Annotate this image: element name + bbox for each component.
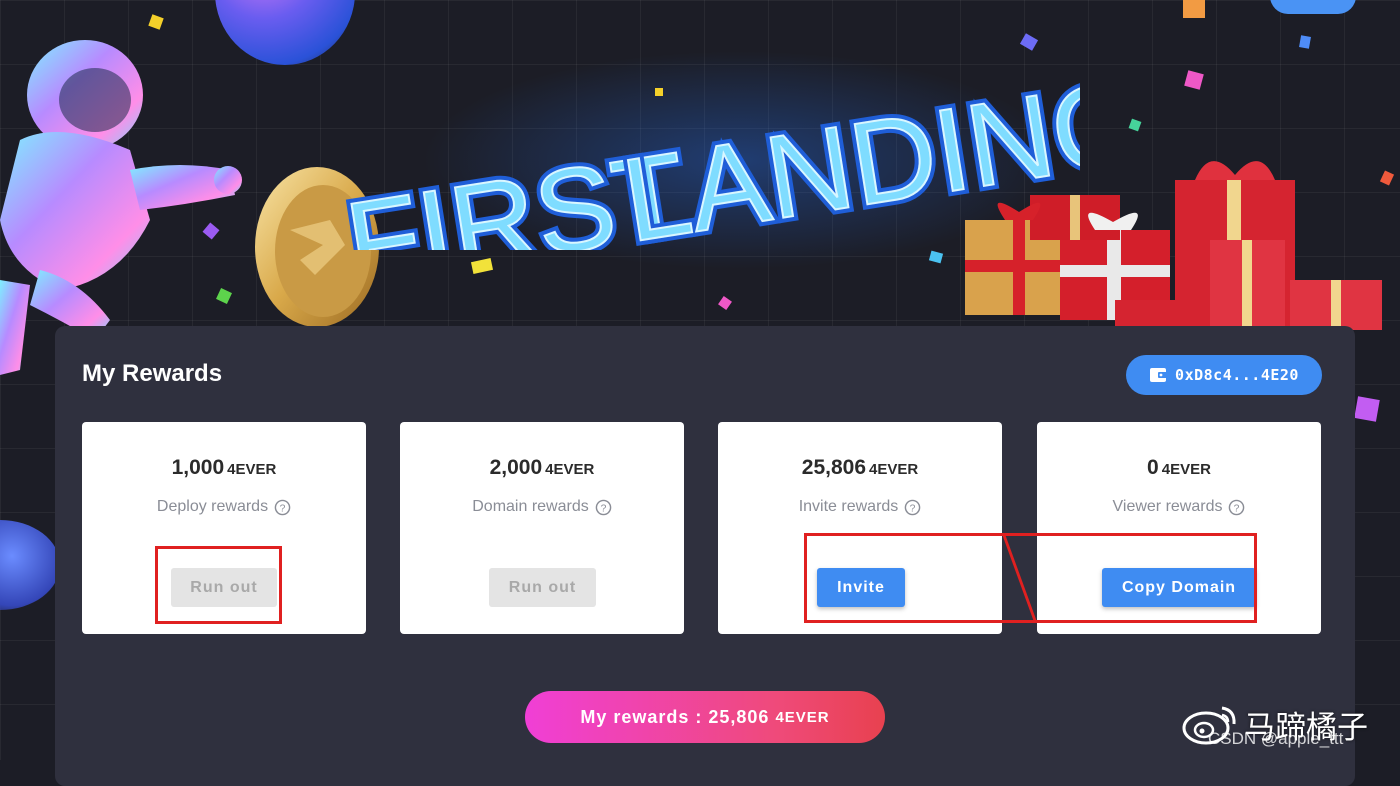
total-label: My rewards : — [580, 706, 703, 727]
reward-amount-unit: 4EVER — [869, 461, 919, 478]
help-circle-icon[interactable]: ? — [595, 499, 612, 516]
gift-boxes-illustration — [965, 161, 1382, 338]
my-rewards-total-button[interactable]: My rewards : 25,806 4EVER — [525, 691, 885, 743]
reward-amount-value: 1,000 — [171, 456, 225, 479]
reward-label: Deploy rewards ? — [82, 498, 366, 516]
domain-run-out-button[interactable]: Run out — [489, 568, 596, 607]
svg-text:?: ? — [600, 503, 606, 514]
reward-amount: 1,000 4EVER — [82, 456, 366, 480]
highlight-box-run-out — [155, 546, 282, 624]
svg-text:?: ? — [280, 503, 286, 514]
reward-label-text: Invite rewards — [798, 498, 899, 515]
confetti — [1354, 396, 1380, 422]
svg-text:?: ? — [910, 503, 916, 514]
reward-amount-unit: 4EVER — [227, 461, 277, 478]
total-unit: 4EVER — [775, 708, 830, 726]
reward-label: Invite rewards ? — [718, 498, 1002, 516]
reward-amount-value: 25,806 — [801, 456, 867, 479]
wallet-address-button[interactable]: 0xD8c4...4E20 — [1126, 355, 1322, 395]
reward-label-text: Deploy rewards — [156, 498, 269, 515]
wallet-icon — [1150, 368, 1168, 382]
reward-label-text: Viewer rewards — [1112, 498, 1223, 515]
top-pill-button[interactable] — [1270, 0, 1356, 14]
panel-title: My Rewards — [82, 360, 223, 387]
total-amount: 25,806 — [708, 706, 770, 727]
reward-amount: 0 4EVER — [1037, 456, 1321, 480]
wallet-address: 0xD8c4...4E20 — [1175, 366, 1299, 384]
reward-amount-value: 2,000 — [489, 456, 543, 479]
reward-amount-unit: 4EVER — [545, 461, 595, 478]
reward-label: Viewer rewards ? — [1037, 498, 1321, 516]
confetti — [1299, 35, 1311, 49]
reward-label: Domain rewards ? — [400, 498, 684, 516]
reward-amount: 2,000 4EVER — [400, 456, 684, 480]
help-circle-icon[interactable]: ? — [274, 499, 291, 516]
reward-label-text: Domain rewards — [472, 498, 589, 515]
help-circle-icon[interactable]: ? — [904, 499, 921, 516]
reward-amount: 25,806 4EVER — [718, 456, 1002, 480]
confetti — [1183, 0, 1205, 18]
reward-amount-value: 0 — [1147, 456, 1159, 479]
watermark-source: CSDN @apple_ttt — [1208, 729, 1344, 748]
help-circle-icon[interactable]: ? — [1228, 499, 1245, 516]
svg-text:?: ? — [1234, 503, 1240, 514]
reward-amount-unit: 4EVER — [1161, 461, 1211, 478]
